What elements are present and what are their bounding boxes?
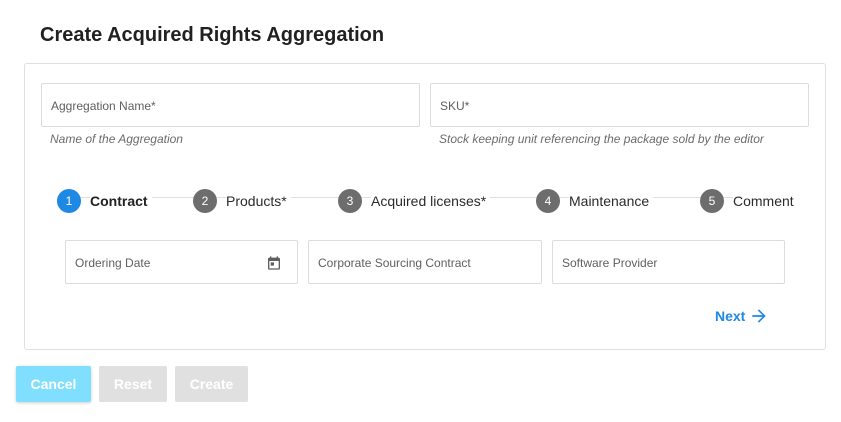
step-maintenance[interactable]: 4 Maintenance <box>536 189 654 213</box>
corporate-sourcing-contract-placeholder: Corporate Sourcing Contract <box>318 256 471 270</box>
step-contract[interactable]: 1 Contract <box>57 189 152 213</box>
ordering-date-field[interactable]: Ordering Date <box>65 240 298 284</box>
sku-placeholder: SKU* <box>440 99 470 113</box>
aggregation-name-field[interactable]: Aggregation Name* <box>41 83 420 127</box>
create-button[interactable]: Create <box>175 366 248 402</box>
arrow-right-icon <box>752 309 767 323</box>
step-label: Acquired licenses* <box>371 193 491 209</box>
step-comment[interactable]: 5 Comment <box>700 189 798 213</box>
step-products[interactable]: 2 Products* <box>193 189 291 213</box>
aggregation-name-hint: Name of the Aggregation <box>50 132 183 146</box>
step-label: Products* <box>226 193 291 209</box>
ordering-date-placeholder: Ordering Date <box>75 256 151 270</box>
step-label: Contract <box>90 193 152 209</box>
cancel-button[interactable]: Cancel <box>16 366 91 402</box>
step-number: 2 <box>193 189 217 213</box>
reset-button[interactable]: Reset <box>99 366 167 402</box>
sku-field[interactable]: SKU* <box>430 83 809 127</box>
step-number: 4 <box>536 189 560 213</box>
step-acquired-licenses[interactable]: 3 Acquired licenses* <box>338 189 491 213</box>
calendar-icon[interactable] <box>266 255 282 271</box>
step-label: Comment <box>733 193 798 209</box>
software-provider-placeholder: Software Provider <box>562 256 658 270</box>
step-number: 1 <box>57 189 81 213</box>
next-button[interactable]: Next <box>715 305 769 327</box>
aggregation-name-placeholder: Aggregation Name* <box>51 99 156 113</box>
step-label: Maintenance <box>569 193 654 209</box>
sku-hint: Stock keeping unit referencing the packa… <box>439 132 764 146</box>
corporate-sourcing-contract-field[interactable]: Corporate Sourcing Contract <box>308 240 542 284</box>
next-label: Next <box>715 308 746 324</box>
page-title: Create Acquired Rights Aggregation <box>40 24 385 46</box>
software-provider-field[interactable]: Software Provider <box>552 240 785 284</box>
step-number: 5 <box>700 189 724 213</box>
step-number: 3 <box>338 189 362 213</box>
form-card: Aggregation Name* Name of the Aggregatio… <box>24 63 826 350</box>
